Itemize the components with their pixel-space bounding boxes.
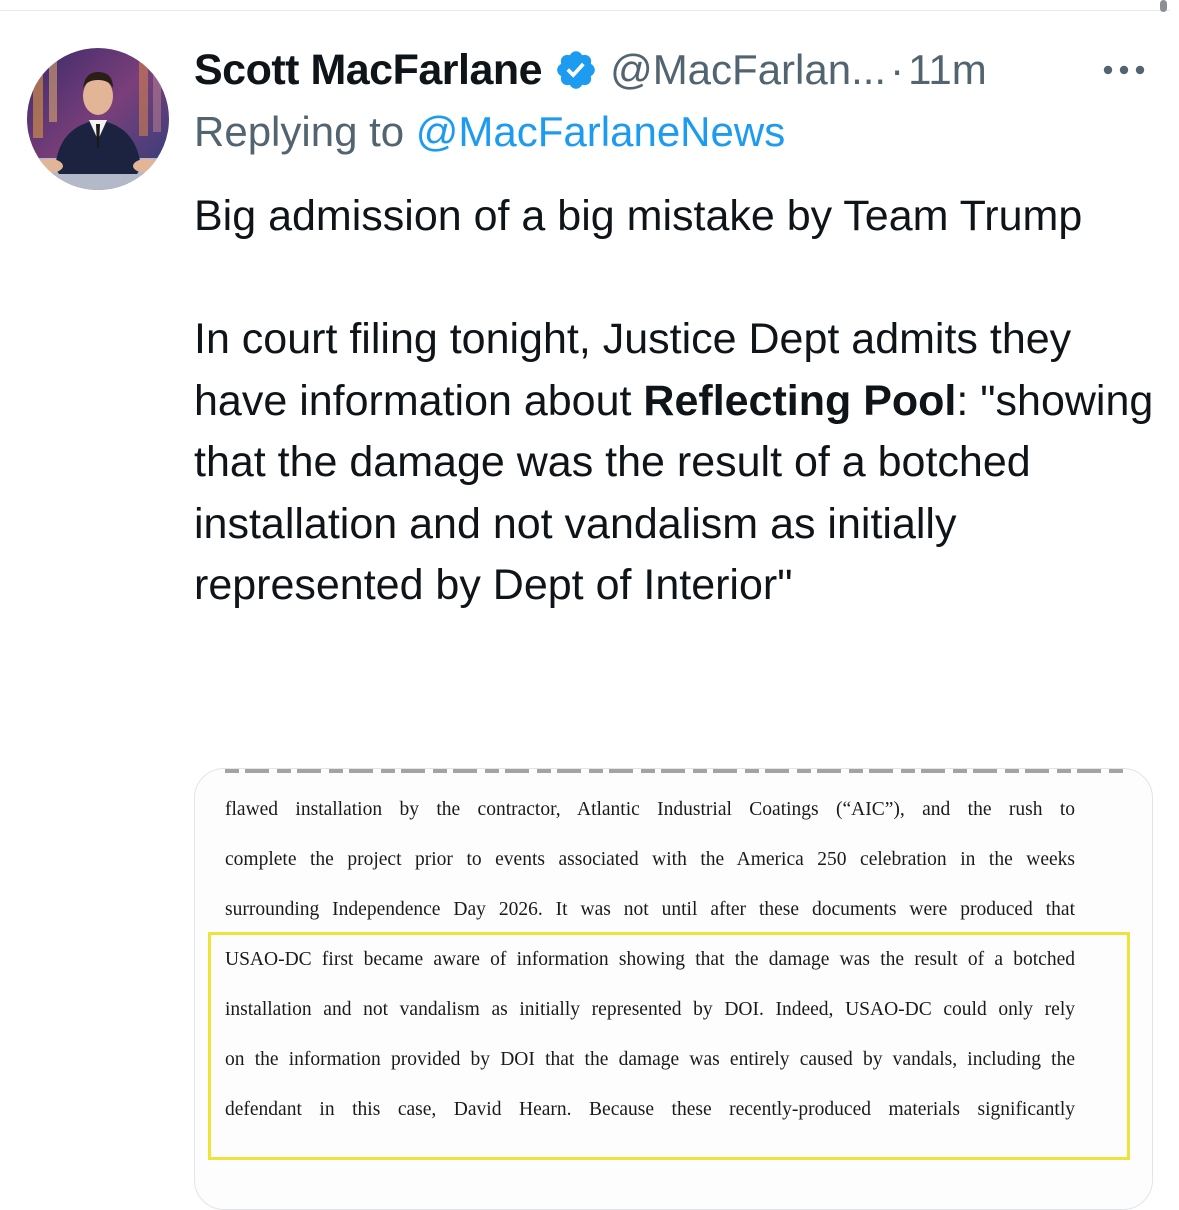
avatar-image — [27, 48, 169, 190]
replying-to-label: Replying to — [194, 108, 405, 155]
tweet-text: Big admission of a big mistake by Team T… — [194, 186, 1154, 617]
avatar[interactable] — [27, 48, 169, 190]
more-options-icon[interactable] — [1100, 62, 1148, 78]
tweet-header: Scott MacFarlane @MacFarlan... · 11m — [194, 42, 1154, 98]
tweet-paragraph-2: In court filing tonight, Justice Dept ad… — [194, 309, 1154, 617]
verified-badge-icon — [554, 48, 598, 92]
tweet-paragraph-1: Big admission of a big mistake by Team T… — [194, 192, 1083, 240]
highlight-box — [208, 932, 1130, 1160]
author-name[interactable]: Scott MacFarlane — [194, 46, 543, 95]
tweet-bold-phrase: Reflecting Pool — [643, 376, 957, 425]
replying-to-line: Replying to @MacFarlaneNews — [194, 108, 785, 156]
replying-to-handle-link[interactable]: @MacFarlaneNews — [416, 108, 785, 155]
scrollbar-thumb[interactable] — [1160, 0, 1167, 12]
top-divider — [0, 10, 1170, 11]
attached-document-image[interactable]: flawed installation by the contractor, A… — [194, 768, 1153, 1210]
separator-dot: · — [890, 46, 905, 93]
cropped-text-line — [225, 769, 1125, 777]
tweet-timestamp[interactable]: 11m — [908, 46, 987, 94]
document-line-3: surrounding Independence Day 2026. It wa… — [225, 899, 1075, 920]
document-line-1: flawed installation by the contractor, A… — [225, 799, 1075, 820]
author-handle[interactable]: @MacFarlan... — [610, 46, 886, 94]
document-line-2: complete the project prior to events ass… — [225, 849, 1075, 870]
